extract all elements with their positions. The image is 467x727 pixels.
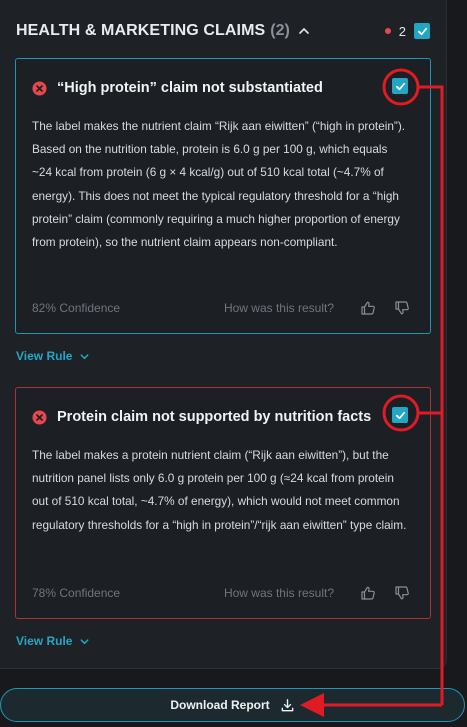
- view-rule-link[interactable]: View Rule: [16, 634, 90, 648]
- feedback-question: How was this result?: [223, 301, 334, 315]
- thumbs-up-icon[interactable]: [360, 585, 376, 601]
- download-icon: [281, 698, 294, 711]
- confidence-score: 82% Confidence: [32, 301, 121, 315]
- claim-title-row: Protein claim not supported by nutrition…: [32, 407, 412, 427]
- claim-checkbox[interactable]: [392, 78, 408, 94]
- claim-checkbox[interactable]: [392, 407, 408, 423]
- claim-description: The label makes the nutrient claim “Rijk…: [32, 119, 406, 250]
- chevron-up-icon[interactable]: [297, 24, 311, 38]
- view-rule-label: View Rule: [16, 634, 73, 648]
- confidence-score: 78% Confidence: [32, 586, 121, 600]
- selection-indicator: 2: [384, 23, 430, 39]
- claim-title: Protein claim not supported by nutrition…: [57, 409, 372, 425]
- claim-title: “High protein” claim not substantiated: [57, 80, 323, 96]
- error-icon: [32, 409, 47, 425]
- check-icon: [417, 27, 427, 35]
- claims-panel: HEALTH & MARKETING CLAIMS (2) 2 “High pr…: [0, 0, 447, 669]
- error-icon: [32, 80, 47, 96]
- select-all-checkbox[interactable]: [414, 23, 430, 39]
- claim-title-row: “High protein” claim not substantiated: [32, 78, 412, 98]
- download-report-button[interactable]: Download Report: [0, 688, 465, 722]
- claim-description: The label makes a protein nutrient claim…: [32, 448, 407, 532]
- view-rule-label: View Rule: [16, 349, 73, 363]
- check-icon: [395, 82, 405, 90]
- view-rule-link[interactable]: View Rule: [16, 349, 90, 363]
- chevron-down-icon: [80, 638, 89, 644]
- section-count: (2): [270, 22, 290, 39]
- download-report-label: Download Report: [170, 698, 270, 712]
- claim-card: Protein claim not supported by nutrition…: [15, 387, 431, 619]
- claim-footer: 78% Confidence How was this result?: [32, 584, 410, 602]
- chevron-down-icon: [80, 353, 89, 359]
- claim-footer: 82% Confidence How was this result?: [32, 299, 410, 317]
- check-icon: [395, 411, 405, 419]
- status-dot: [384, 28, 391, 34]
- thumbs-up-icon[interactable]: [360, 300, 376, 316]
- thumbs-down-icon[interactable]: [394, 300, 410, 316]
- feedback-question: How was this result?: [223, 586, 334, 600]
- section-title: HEALTH & MARKETING CLAIMS: [16, 22, 266, 39]
- selected-count: 2: [398, 23, 406, 39]
- section-header[interactable]: HEALTH & MARKETING CLAIMS (2) 2: [16, 18, 430, 44]
- thumbs-down-icon[interactable]: [394, 585, 410, 601]
- claim-card: “High protein” claim not substantiated T…: [15, 58, 431, 334]
